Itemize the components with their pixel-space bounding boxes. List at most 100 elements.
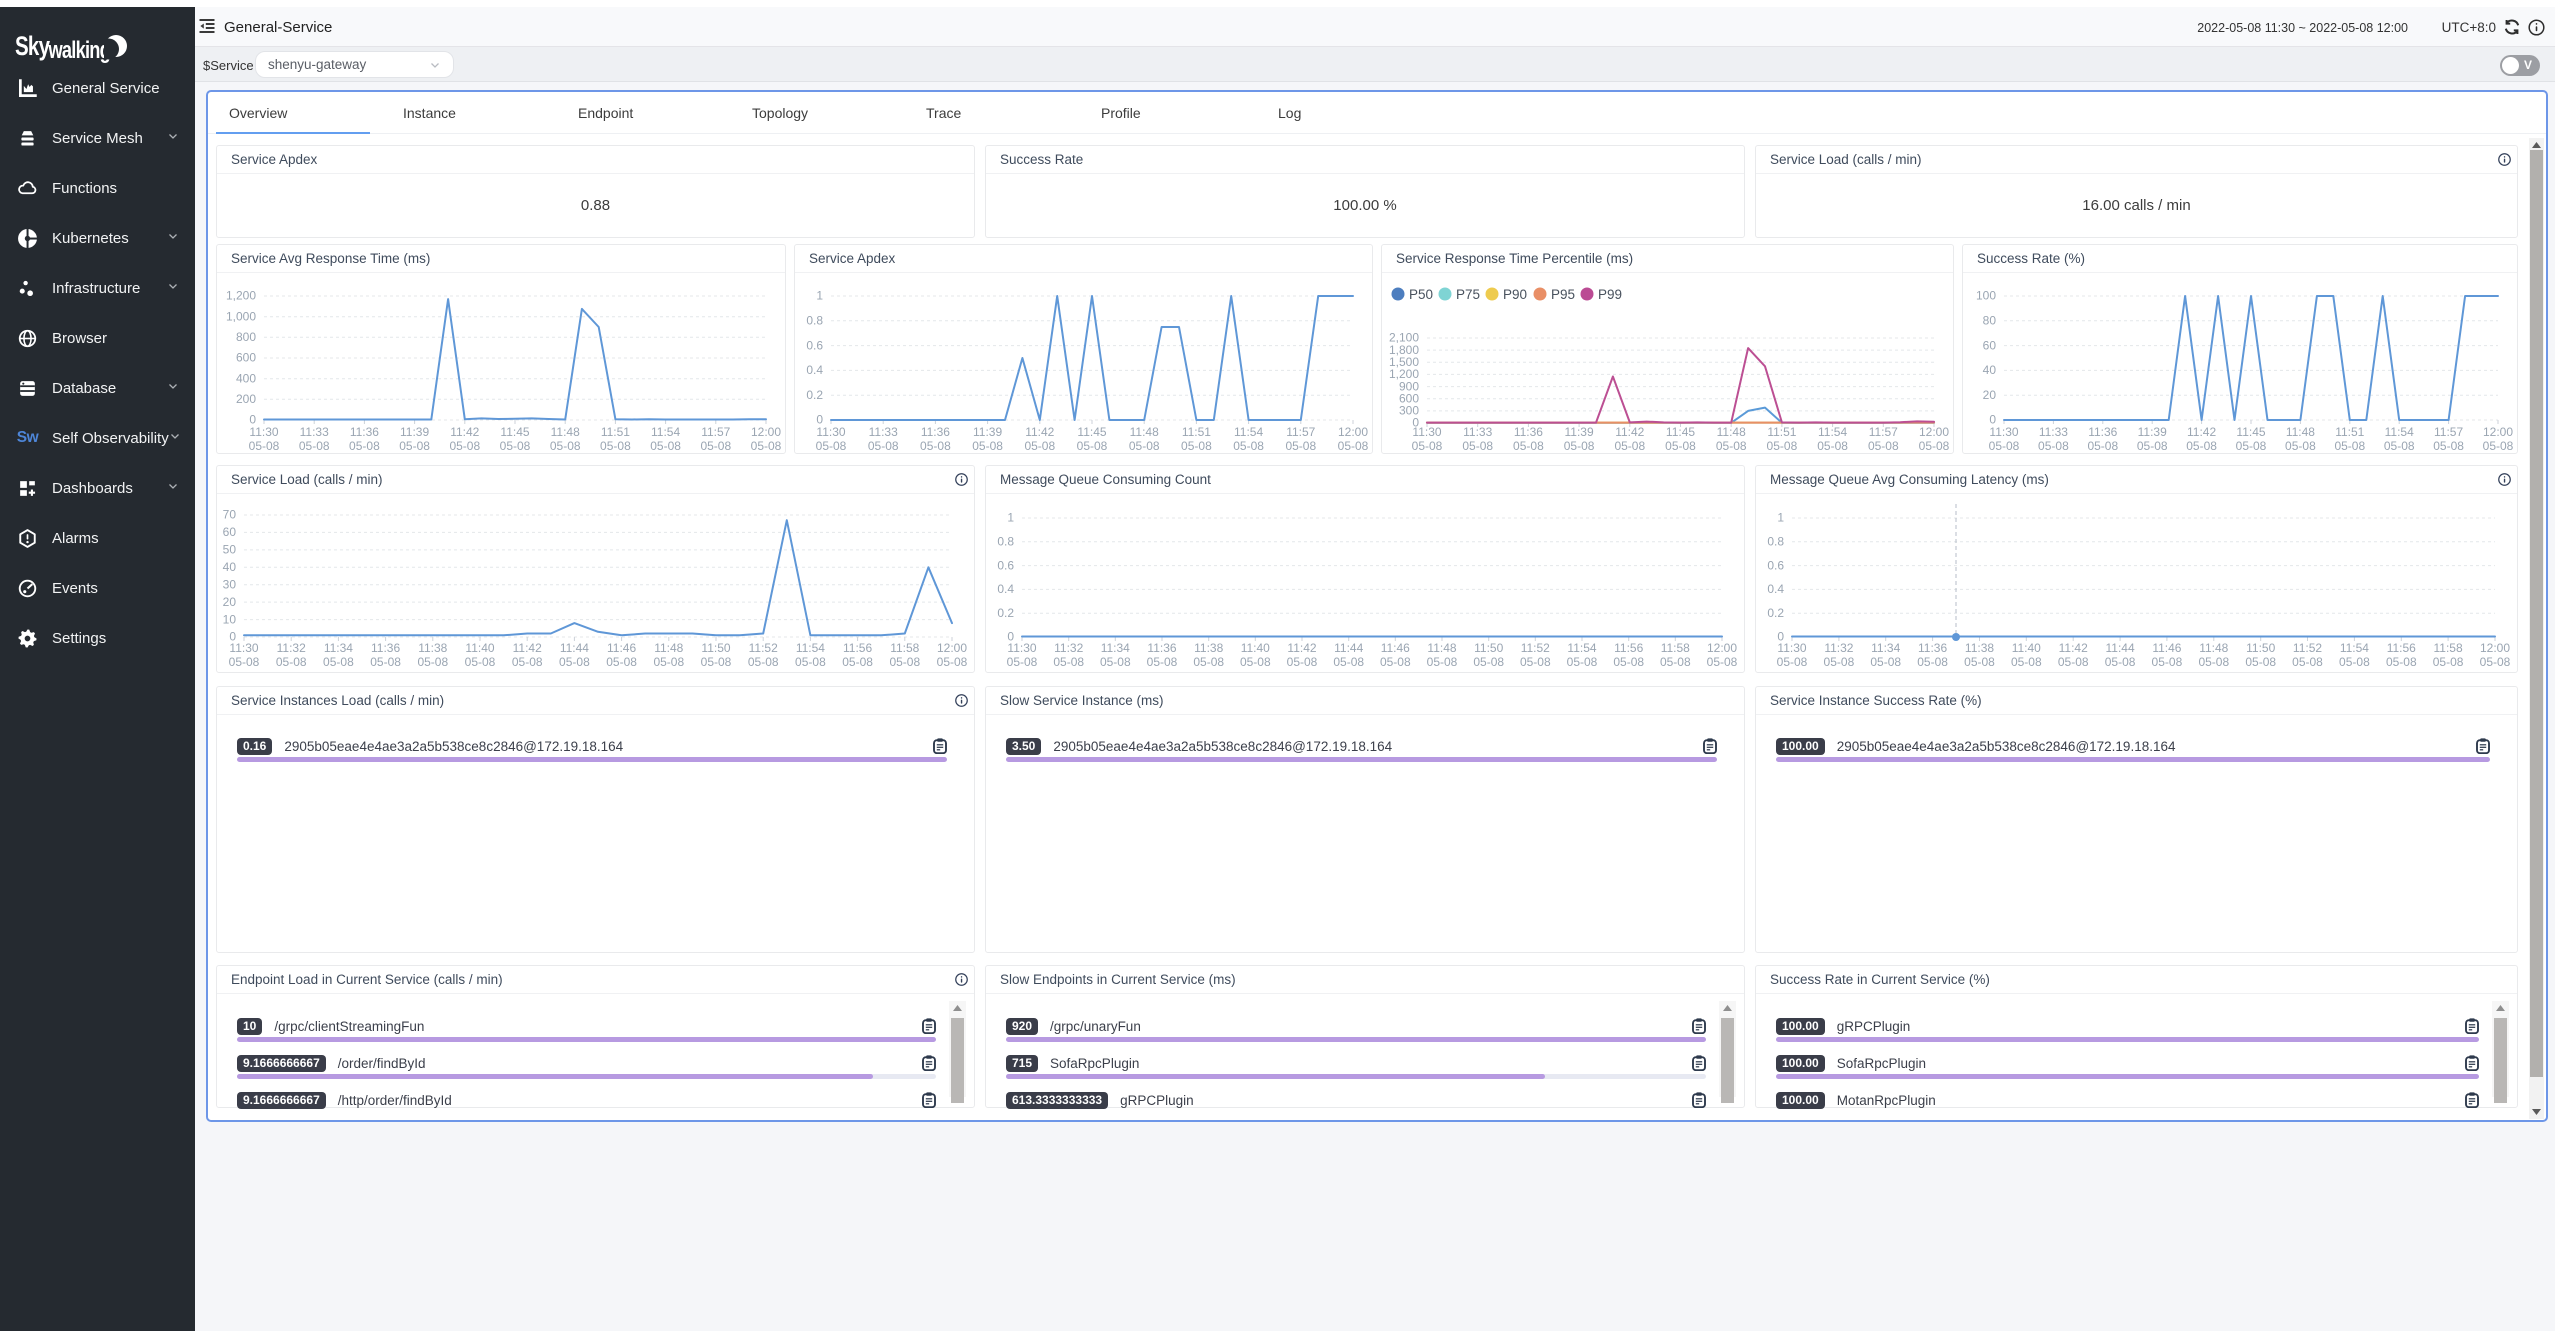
svg-text:05-08: 05-08 [701,655,732,669]
svg-text:05-08: 05-08 [2480,655,2511,669]
svg-text:05-08: 05-08 [1053,655,1084,669]
svg-text:800: 800 [236,330,256,344]
svg-text:05-08: 05-08 [1777,655,1808,669]
svg-text:05-08: 05-08 [1564,439,1595,453]
svg-text:0.2: 0.2 [997,606,1014,620]
svg-text:05-08: 05-08 [1412,439,1443,453]
svg-text:05-08: 05-08 [1285,439,1316,453]
svg-text:05-08: 05-08 [1767,439,1798,453]
svg-text:11:42: 11:42 [2187,425,2216,439]
svg-text:0.2: 0.2 [806,388,823,402]
svg-text:11:33: 11:33 [1463,425,1492,439]
svg-text:12:00: 12:00 [751,425,781,439]
svg-text:05-08: 05-08 [600,439,631,453]
svg-text:05-08: 05-08 [1917,655,1948,669]
svg-text:11:36: 11:36 [1147,641,1176,655]
svg-text:0.4: 0.4 [1767,582,1784,596]
svg-text:05-08: 05-08 [748,655,779,669]
svg-text:11:52: 11:52 [2293,641,2322,655]
svg-text:11:42: 11:42 [513,641,542,655]
svg-text:05-08: 05-08 [229,655,260,669]
svg-text:11:48: 11:48 [2286,425,2315,439]
svg-text:11:33: 11:33 [300,425,329,439]
svg-text:11:42: 11:42 [2059,641,2088,655]
svg-text:11:54: 11:54 [2340,641,2369,655]
svg-text:05-08: 05-08 [2285,439,2316,453]
svg-text:11:44: 11:44 [2106,641,2135,655]
svg-text:11:57: 11:57 [1869,425,1898,439]
svg-text:05-08: 05-08 [1989,439,2020,453]
svg-text:P95: P95 [1551,287,1575,302]
svg-text:12:00: 12:00 [1707,641,1737,655]
svg-text:11:34: 11:34 [1101,641,1130,655]
svg-text:05-08: 05-08 [2058,655,2089,669]
svg-text:11:34: 11:34 [324,641,353,655]
svg-text:05-08: 05-08 [2038,439,2069,453]
svg-text:05-08: 05-08 [650,439,681,453]
svg-text:0.6: 0.6 [997,558,1014,572]
svg-text:11:45: 11:45 [1077,425,1106,439]
svg-text:11:58: 11:58 [2434,641,2463,655]
svg-text:50: 50 [223,543,237,557]
svg-text:05-08: 05-08 [550,439,581,453]
svg-text:05-08: 05-08 [399,439,430,453]
svg-text:11:40: 11:40 [1241,641,1270,655]
svg-text:11:51: 11:51 [601,425,630,439]
svg-text:12:00: 12:00 [1338,425,1368,439]
svg-text:11:42: 11:42 [450,425,479,439]
svg-text:11:57: 11:57 [701,425,730,439]
svg-text:1: 1 [816,289,823,303]
svg-text:05-08: 05-08 [1707,655,1738,669]
svg-text:0.4: 0.4 [997,582,1014,596]
svg-text:05-08: 05-08 [2198,655,2229,669]
svg-text:60: 60 [223,525,237,539]
svg-text:05-08: 05-08 [700,439,731,453]
svg-text:05-08: 05-08 [889,655,920,669]
svg-text:05-08: 05-08 [299,439,330,453]
svg-text:11:54: 11:54 [2385,425,2414,439]
svg-text:05-08: 05-08 [370,655,401,669]
svg-text:11:57: 11:57 [1286,425,1315,439]
svg-text:05-08: 05-08 [1129,439,1160,453]
svg-text:11:32: 11:32 [277,641,306,655]
svg-text:11:40: 11:40 [465,641,494,655]
svg-text:60: 60 [1983,338,1997,352]
svg-text:05-08: 05-08 [1024,439,1055,453]
svg-text:05-08: 05-08 [751,439,782,453]
svg-text:05-08: 05-08 [2433,655,2464,669]
svg-text:05-08: 05-08 [500,439,531,453]
svg-text:05-08: 05-08 [1427,655,1458,669]
svg-text:05-08: 05-08 [842,655,873,669]
svg-text:05-08: 05-08 [1473,655,1504,669]
svg-text:11:46: 11:46 [1381,641,1410,655]
svg-text:05-08: 05-08 [1233,439,1264,453]
svg-text:05-08: 05-08 [816,439,847,453]
svg-text:05-08: 05-08 [2292,655,2323,669]
svg-text:0.8: 0.8 [997,534,1014,548]
svg-text:11:38: 11:38 [418,641,447,655]
svg-text:11:42: 11:42 [1025,425,1054,439]
svg-text:12:00: 12:00 [2480,641,2510,655]
svg-text:P99: P99 [1598,287,1622,302]
svg-text:11:48: 11:48 [1130,425,1159,439]
svg-text:05-08: 05-08 [868,439,899,453]
svg-text:12:00: 12:00 [937,641,967,655]
svg-text:05-08: 05-08 [276,655,307,669]
svg-text:12:00: 12:00 [2483,425,2513,439]
svg-text:11:39: 11:39 [400,425,429,439]
svg-text:11:58: 11:58 [890,641,919,655]
svg-text:70: 70 [223,508,237,522]
svg-text:05-08: 05-08 [1240,655,1271,669]
svg-text:05-08: 05-08 [249,439,280,453]
svg-text:11:39: 11:39 [973,425,1002,439]
svg-text:11:32: 11:32 [1824,641,1853,655]
svg-text:05-08: 05-08 [920,439,951,453]
svg-text:11:40: 11:40 [2012,641,2041,655]
svg-text:11:39: 11:39 [2138,425,2167,439]
svg-text:05-08: 05-08 [1380,655,1411,669]
svg-text:05-08: 05-08 [1338,439,1369,453]
svg-text:05-08: 05-08 [1614,439,1645,453]
svg-text:11:30: 11:30 [1007,641,1036,655]
svg-text:11:48: 11:48 [654,641,683,655]
svg-text:0.6: 0.6 [1767,558,1784,572]
